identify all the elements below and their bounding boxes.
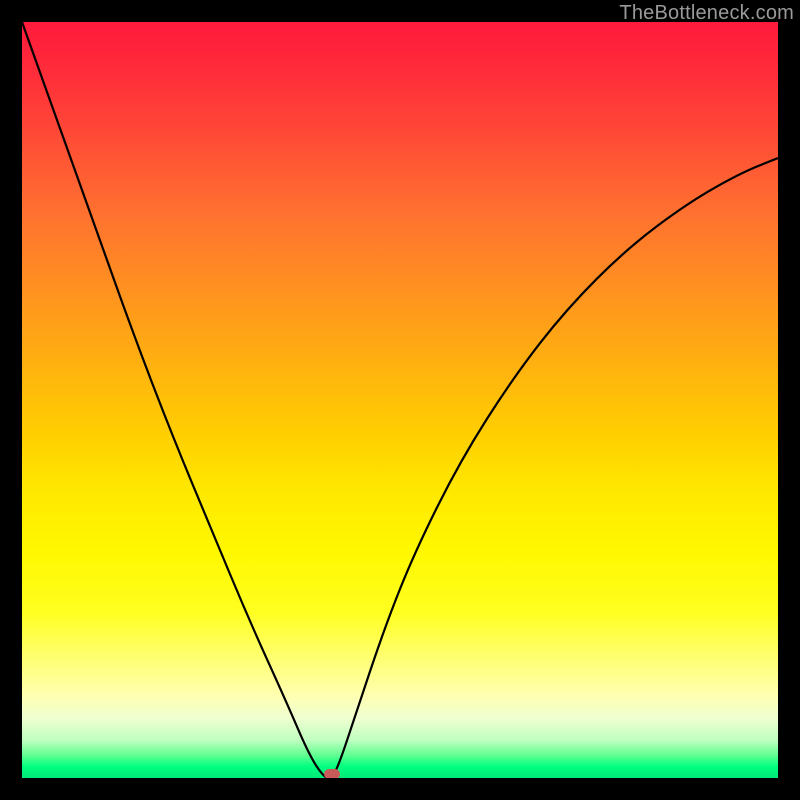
watermark-text: TheBottleneck.com <box>619 2 794 25</box>
bottleneck-curve <box>22 22 778 778</box>
optimal-marker <box>324 769 340 778</box>
plot-area <box>22 22 778 778</box>
curve-layer <box>22 22 778 778</box>
chart-frame: TheBottleneck.com <box>0 0 800 800</box>
